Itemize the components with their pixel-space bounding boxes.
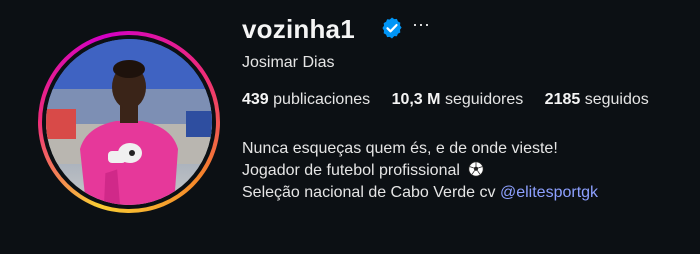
posts-label: publicaciones [273,91,371,108]
avatar[interactable] [46,39,212,205]
posts-stat: 439 publicaciones [242,91,370,109]
bio-line-text: Seleção nacional de Cabo Verde cv [242,184,496,201]
avatar-photo [46,39,212,205]
profile-avatar-story-ring[interactable] [38,31,220,213]
followers-stat[interactable]: 10,3 M seguidores [392,91,524,109]
bio-mention-link[interactable]: @elitesportgk [500,184,598,201]
following-label: seguidos [584,91,649,108]
soccer-ball-icon [468,161,484,177]
bio-line: Nunca esqueças quem és, e de onde vieste… [242,140,558,157]
followers-label: seguidores [444,91,524,108]
profile-stats: 439 publicaciones 10,3 M seguidores 2185… [242,91,666,109]
profile-bio: Nunca esqueças quem és, e de onde vieste… [242,138,598,204]
bio-line: Seleção nacional de Cabo Verde cv @elite… [242,182,598,204]
following-stat[interactable]: 2185 seguidos [545,91,649,109]
following-count: 2185 [544,91,581,108]
more-options-icon[interactable]: ··· [410,13,432,35]
profile-full-name: Josimar Dias [242,54,335,71]
verified-badge-icon [382,17,402,39]
profile-username: vozinha1 [242,14,355,44]
bio-line-text: Jogador de futebol profissional [242,162,460,179]
posts-count: 439 [242,91,269,108]
followers-count: 10,3 M [391,91,441,108]
bio-line: Jogador de futebol profissional [242,160,598,182]
